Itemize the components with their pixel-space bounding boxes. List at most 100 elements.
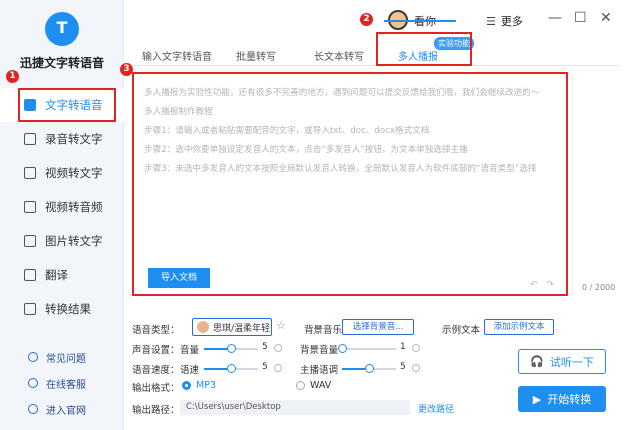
headphone-icon: 🎧 (530, 355, 544, 368)
maximize-button[interactable]: ☐ (574, 10, 587, 26)
active-tab-indicator (384, 20, 456, 22)
format-wav-radio[interactable] (296, 381, 305, 390)
more-menu-button[interactable]: ☰ 更多 (486, 13, 523, 29)
bg-volume-value: 1 (400, 342, 406, 352)
editor-placeholder: 多人播报为实验性功能，还有很多不完善的地方，遇到问题可以提交反馈给我们哦，我们会… (144, 84, 564, 179)
online-service-label: 在线客服 (46, 379, 86, 391)
select-bg-music-button[interactable]: 选择背景音... (342, 319, 414, 335)
question-icon (28, 352, 38, 362)
sidebar-item-video-to-text[interactable]: 视频转文字 (0, 156, 124, 190)
experimental-badge: 实验功能 (434, 37, 474, 50)
redo-icon[interactable]: ↷ (546, 280, 554, 290)
voice-avatar-icon (197, 321, 209, 333)
favorite-star-icon[interactable]: ☆ (276, 319, 286, 332)
translate-icon (24, 269, 36, 281)
import-document-button[interactable]: 导入文档 (148, 268, 210, 288)
volume-reset[interactable] (274, 344, 282, 352)
preview-listen-button[interactable]: 🎧 试听一下 (518, 349, 606, 374)
sidebar-item-translate[interactable]: 翻译 (0, 258, 124, 292)
sidebar-item-results[interactable]: 转换结果 (0, 292, 124, 326)
annotation-marker-1: 1 (6, 70, 19, 83)
sidebar-item-recording-to-text[interactable]: 录音转文字 (0, 122, 124, 156)
video-audio-icon (24, 201, 36, 213)
format-label: 输出格式： (132, 383, 180, 394)
tab-multi-speaker[interactable]: 多人播报 (398, 48, 438, 63)
play-icon: ▶ (532, 392, 542, 406)
sidebar: 迅捷文字转语音 文字转语音 录音转文字 视频转文字 视频转音频 图片转文字 翻译 (0, 0, 124, 430)
website-icon (28, 404, 38, 414)
speed-reset[interactable] (274, 364, 282, 372)
speed-slider[interactable] (204, 364, 258, 373)
tab-bar: 输入文字转语音 批量转写 长文本转写 多人播报 (132, 44, 620, 66)
close-button[interactable]: ✕ (600, 10, 612, 26)
editor-line: 多人播报为实验性功能，还有很多不完善的地方，遇到问题可以提交反馈给我们哦，我们会… (144, 88, 540, 98)
undo-icon[interactable]: ↶ (530, 280, 538, 290)
voice-value: 思琪/温柔年轻 (213, 323, 271, 334)
pitch-slider-thumb[interactable] (365, 364, 374, 373)
pitch-label: 主播语调 (300, 365, 339, 376)
start-label: 开始转换 (547, 393, 592, 406)
volume-label: 音量 (180, 345, 200, 356)
speed-slider-thumb[interactable] (227, 364, 236, 373)
sidebar-item-label: 文字转语音 (45, 98, 103, 112)
format-wav-label: WAV (310, 380, 332, 391)
voice-type-label: 语音类型： (132, 325, 180, 336)
sidebar-item-label: 视频转音频 (45, 200, 103, 214)
sidebar-item-label: 录音转文字 (45, 132, 103, 146)
format-mp3-radio[interactable] (182, 381, 191, 390)
sidebar-item-label: 图片转文字 (45, 234, 103, 248)
text-to-speech-icon (24, 99, 36, 111)
path-label: 输出路径： (132, 405, 180, 416)
faq-link[interactable]: 常见问题 (0, 344, 124, 370)
title-bar: 看你 ☰更多 — ☐ ✕ (124, 0, 630, 40)
editor-side-panel (572, 76, 620, 294)
undo-redo-controls: ↶ ↷ (530, 280, 554, 290)
pitch-reset[interactable] (412, 364, 420, 372)
bg-volume-slider-thumb[interactable] (338, 344, 347, 353)
speed-value: 5 (262, 362, 268, 372)
app-logo-icon (45, 12, 79, 46)
sidebar-item-image-to-text[interactable]: 图片转文字 (0, 224, 124, 258)
minimize-button[interactable]: — (548, 10, 562, 26)
bg-music-label: 背景音乐 (304, 325, 343, 336)
annotation-marker-3: 3 (120, 63, 133, 76)
volume-value: 5 (262, 342, 268, 352)
editor-line: 步骤2：选中你要单独设定发音人的文本，点击“多发音人”按钮，为文本单独选择主播 (144, 145, 468, 155)
bg-volume-reset[interactable] (412, 344, 420, 352)
website-label: 进入官网 (46, 405, 86, 417)
change-path-link[interactable]: 更改路径 (418, 402, 454, 415)
pitch-value: 5 (400, 362, 406, 372)
tab-long-text[interactable]: 长文本转写 (314, 48, 364, 63)
voice-type-select[interactable]: 思琪/温柔年轻 (192, 318, 272, 336)
add-example-text-button[interactable]: 添加示例文本 (484, 319, 554, 335)
headset-icon (28, 378, 38, 388)
editor-line: 多人播报制作教程 (144, 107, 213, 117)
start-convert-button[interactable]: ▶ 开始转换 (518, 386, 606, 412)
volume-slider[interactable] (204, 344, 258, 353)
sidebar-item-video-to-audio[interactable]: 视频转音频 (0, 190, 124, 224)
bg-volume-slider[interactable] (338, 344, 396, 353)
bg-volume-label: 背景音量 (300, 345, 339, 356)
sidebar-nav: 文字转语音 录音转文字 视频转文字 视频转音频 图片转文字 翻译 转换结果 (0, 88, 124, 326)
tab-batch[interactable]: 批量转写 (236, 48, 276, 63)
editor-line: 步骤1：请输入或者粘贴需要配音的文字，或导入txt、doc、docx格式文档 (144, 126, 430, 136)
more-label: 更多 (500, 15, 523, 28)
website-link[interactable]: 进入官网 (0, 396, 124, 422)
tab-input-text[interactable]: 输入文字转语音 (142, 48, 212, 63)
text-editor[interactable]: 多人播报为实验性功能，还有很多不完善的地方，遇到问题可以提交反馈给我们哦，我们会… (136, 76, 566, 294)
speed-label: 语速 (180, 365, 200, 376)
sidebar-item-text-to-speech[interactable]: 文字转语音 (0, 88, 124, 122)
output-path-field[interactable]: C:\Users\user\Desktop (180, 400, 410, 415)
annotation-marker-2: 2 (360, 13, 373, 26)
sidebar-item-label: 转换结果 (45, 302, 91, 316)
results-icon (24, 303, 36, 315)
pitch-slider[interactable] (342, 364, 396, 373)
video-text-icon (24, 167, 36, 179)
logo-area: 迅捷文字转语音 (0, 12, 124, 71)
sidebar-bottom-links: 常见问题 在线客服 进入官网 (0, 344, 124, 422)
editor-line: 步骤3：未选中多发音人的文本按照全局默认发音人转换，全局默认发音人为软件底部的“… (144, 164, 537, 174)
app-name: 迅捷文字转语音 (19, 56, 104, 70)
volume-slider-thumb[interactable] (227, 344, 236, 353)
image-text-icon (24, 235, 36, 247)
online-service-link[interactable]: 在线客服 (0, 370, 124, 396)
